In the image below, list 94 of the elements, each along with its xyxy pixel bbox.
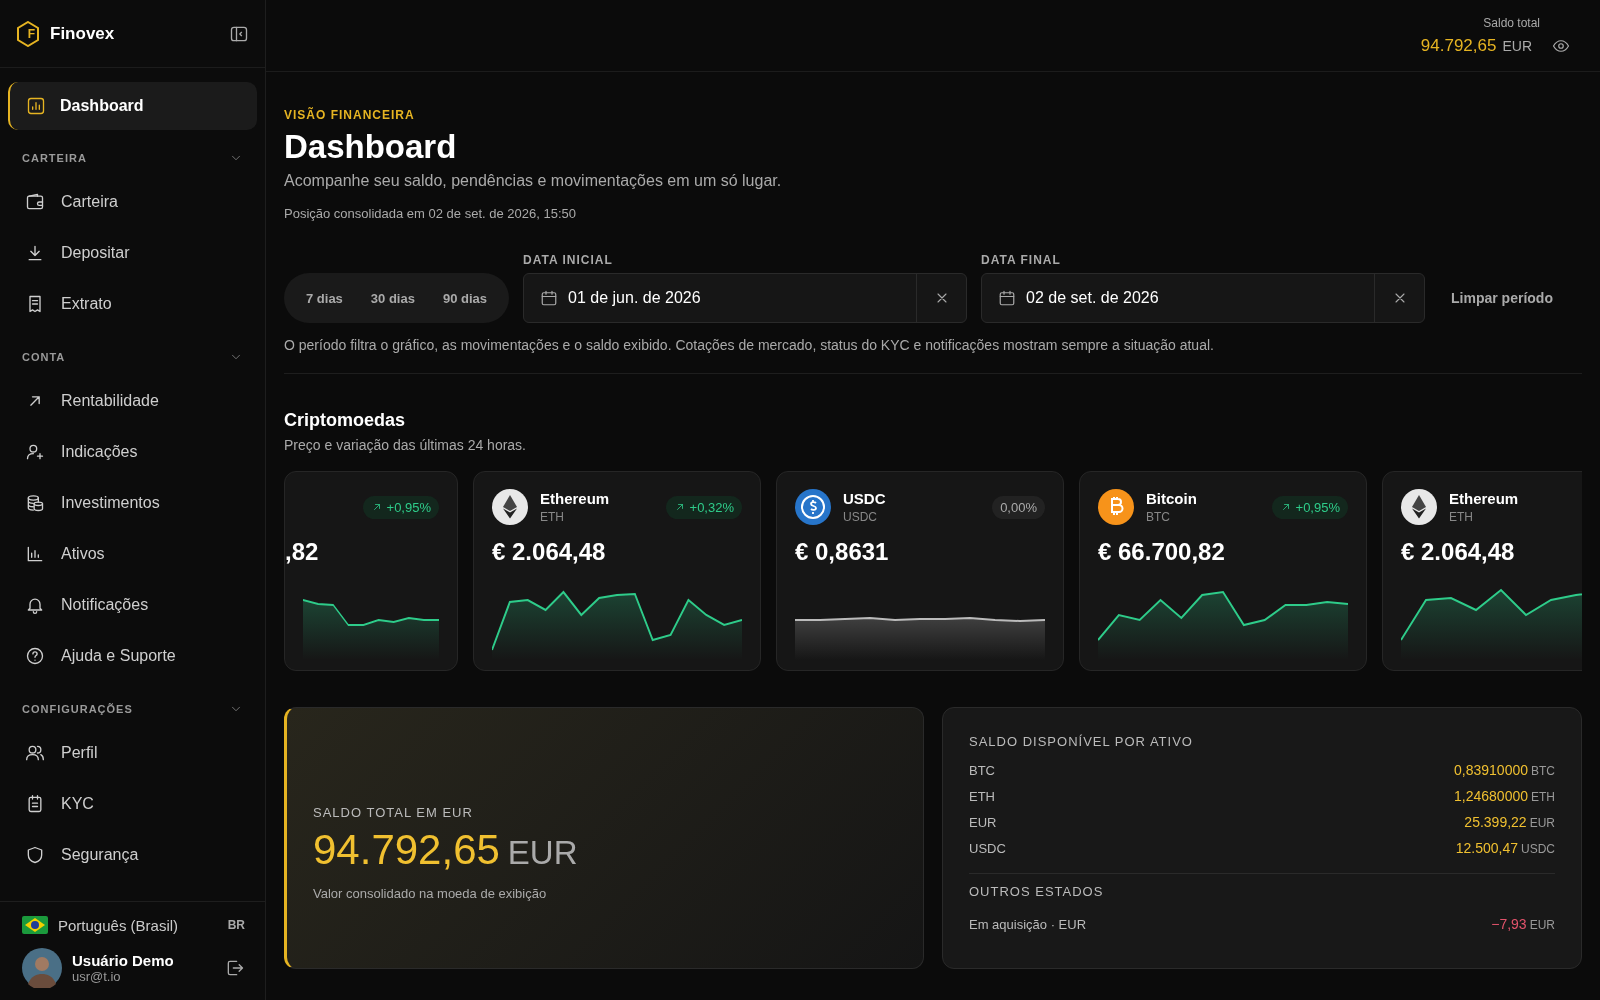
nav-item[interactable]: Notificações	[8, 579, 257, 630]
nav-item[interactable]: Carteira	[8, 176, 257, 227]
date-label: DATA INICIAL	[523, 253, 614, 267]
change-badge: +0,95%	[1271, 495, 1348, 519]
position-timestamp: Posição consolidada em 02 de set. de 2026, 15:50	[284, 206, 577, 221]
asset-label: USDC	[969, 840, 1006, 856]
logo-letter: F	[26, 26, 37, 41]
card-label: OUTROS ESTADOS	[969, 884, 1105, 899]
status-label: Em aquisição · EUR	[969, 916, 1087, 932]
logout-button[interactable]	[225, 958, 245, 978]
period-preset-tab[interactable]: 7 dias	[292, 282, 357, 314]
coin-name: Bitcoin	[1146, 490, 1197, 507]
nav-item[interactable]: Segurança	[8, 829, 257, 880]
wallet-icon	[25, 191, 45, 212]
nav-item[interactable]: Rentabilidade	[8, 375, 257, 426]
coin-symbol: USDC	[843, 510, 878, 524]
total-amount: 94.792,65 EUR	[313, 826, 579, 874]
date-value: 02 de set. de 2026	[1026, 289, 1159, 307]
coin-symbol: ETH	[1449, 510, 1474, 524]
usdc-logo-icon	[795, 489, 831, 525]
bitcoin-logo-icon	[1098, 489, 1134, 525]
ethereum-logo-icon	[1401, 489, 1437, 525]
nav-item[interactable]: Depositar	[8, 227, 257, 278]
user-email: usr@t.io	[72, 969, 122, 984]
crypto-card[interactable]: Ethereum ETH € 2.064,48	[1382, 471, 1582, 671]
asset-label: BTC	[969, 762, 995, 778]
nav-item[interactable]: Investimentos	[8, 477, 257, 528]
coin-symbol: BTC	[1146, 510, 1171, 524]
language-selector[interactable]: Português (Brasil)	[58, 916, 218, 934]
nav-item[interactable]: Dashboard	[8, 82, 257, 130]
nav-item[interactable]: Ajuda e Suporte	[8, 630, 257, 681]
change-badge: +0,32%	[665, 495, 742, 519]
flag-icon	[22, 916, 48, 934]
currency-code: EUR	[1502, 37, 1532, 54]
calendar-icon	[998, 289, 1017, 307]
clear-period-button[interactable]: Limpar período	[1439, 273, 1565, 323]
status-balance: −7,93 EUR	[1491, 915, 1555, 933]
date-label: DATA FINAL	[981, 253, 1062, 267]
page-subtitle: Acompanhe seu saldo, pendências e movimentações em um só lugar.	[284, 172, 783, 190]
asset-balance: 1,24680000 ETH	[1454, 787, 1555, 805]
date-field[interactable]: 02 de set. de 2026	[981, 273, 1426, 323]
total-balance-amount: 94.792,65	[1420, 35, 1497, 56]
nav-item[interactable]: Indicações	[8, 426, 257, 477]
crypto-card[interactable]: +0,95% ,82	[284, 471, 458, 671]
help-icon	[25, 645, 45, 666]
coin-name: Ethereum	[540, 490, 610, 507]
coin-price: € 0,8631	[795, 538, 890, 566]
dashboard-icon	[26, 96, 46, 116]
card-label: SALDO TOTAL EM EUR	[313, 805, 474, 820]
logo-icon	[16, 20, 40, 47]
date-value: 01 de jun. de 2026	[568, 289, 701, 307]
calendar-icon	[540, 289, 559, 307]
ethereum-logo-icon	[492, 489, 528, 525]
nav-item[interactable]: Perfil	[8, 727, 257, 778]
coin-name: USDC	[843, 490, 886, 507]
coin-symbol: ETH	[540, 510, 565, 524]
asset-label: EUR	[969, 814, 997, 830]
section-title: Criptomoedas	[284, 410, 407, 431]
card-label: SALDO DISPONÍVEL POR ATIVO	[969, 734, 1194, 749]
asset-balance: 0,83910000 BTC	[1454, 761, 1555, 779]
period-preset-tab[interactable]: 90 dias	[428, 282, 502, 314]
section-header[interactable]: CONTA	[8, 339, 257, 375]
date-field[interactable]: 01 de jun. de 2026	[523, 273, 968, 323]
coin-name: Ethereum	[1449, 490, 1519, 507]
crypto-card[interactable]: Bitcoin BTC +0,95% € 66.700,82	[1079, 471, 1367, 671]
nav-item[interactable]: KYC	[8, 778, 257, 829]
asset-balance: 12.500,47 USDC	[1455, 839, 1555, 857]
period-note: O período filtra o gráfico, as movimentações e o saldo exibido. Cotações de mercado, status do KYC e notificações mostram sempre a situação atual.	[284, 337, 1582, 374]
section-subtitle: Preço e variação das últimas 24 horas.	[284, 437, 527, 453]
crypto-card[interactable]: Ethereum ETH +0,32% € 2.064,48	[473, 471, 761, 671]
eyebrow-label: VISÃO FINANCEIRA	[284, 108, 416, 122]
coin-price: € 66.700,82	[1098, 538, 1226, 566]
nav-item[interactable]: Extrato	[8, 278, 257, 329]
section-header[interactable]: CONFIGURAÇÕES	[8, 691, 257, 727]
brand-name: Finovex	[50, 23, 116, 44]
card-note: Valor consolidado na moeda de exibição	[313, 886, 548, 901]
asset-label: ETH	[969, 788, 995, 804]
total-balance-label: Saldo total	[1483, 15, 1540, 30]
crypto-card[interactable]: USDC USDC 0,00% € 0,8631	[776, 471, 1064, 671]
user-name: Usuário Demo	[72, 952, 175, 969]
change-badge: 0,00%	[992, 495, 1045, 519]
asset-balance: 25.399,22 EUR	[1464, 813, 1555, 831]
period-preset-tab[interactable]: 30 dias	[356, 282, 429, 314]
coins-icon	[25, 492, 45, 513]
section-header[interactable]: CARTEIRA	[8, 140, 257, 176]
coin-price: € 2.064,48	[1401, 538, 1516, 566]
coin-price: ,82	[285, 538, 320, 566]
avatar	[22, 948, 62, 988]
shield-icon	[25, 844, 45, 865]
page-title: Dashboard	[284, 128, 458, 166]
coin-price: € 2.064,48	[492, 538, 607, 566]
nav-item[interactable]: Ativos	[8, 528, 257, 579]
language-code: BR	[227, 918, 245, 932]
change-badge: +0,95%	[362, 495, 439, 519]
